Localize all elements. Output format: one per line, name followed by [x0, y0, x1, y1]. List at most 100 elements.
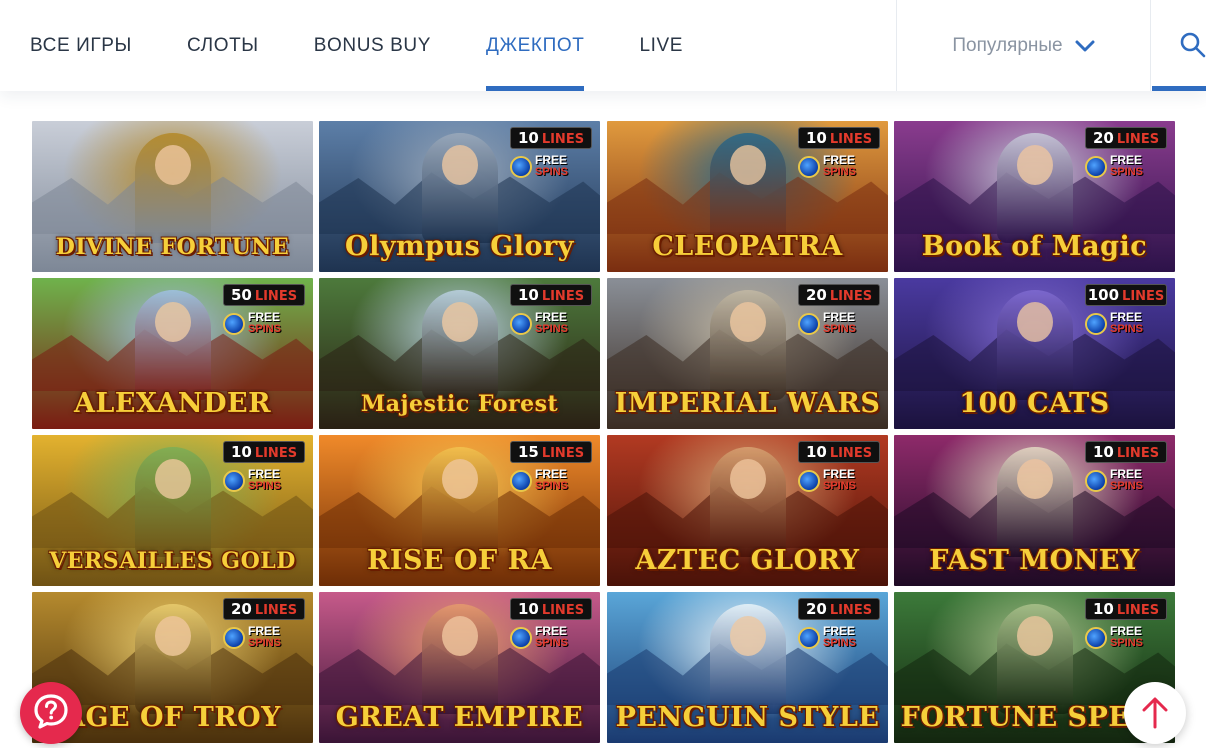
game-title: Olympus Glory — [345, 232, 574, 262]
free-spins-text: FREE SPINS — [535, 311, 568, 335]
sort-dropdown[interactable]: Популярные — [896, 0, 1151, 91]
artwork-character — [134, 604, 211, 714]
lines-badge: 10 LINES — [510, 127, 592, 149]
lines-word: LINES — [254, 446, 298, 461]
game-title: IMPERIAL WARS — [614, 389, 881, 419]
scroll-to-top-button[interactable] — [1124, 682, 1186, 744]
tab-all-games[interactable]: ВСЕ ИГРЫ — [30, 0, 132, 91]
lines-word: LINES — [829, 446, 873, 461]
lines-word: LINES — [541, 132, 585, 147]
free-word: FREE — [1110, 153, 1143, 167]
game-title: VERSAILLES GOLD — [49, 548, 296, 574]
lines-count: 10 — [805, 443, 827, 461]
lines-badge: 10 LINES — [1085, 441, 1167, 463]
chevron-down-icon — [1075, 40, 1095, 51]
lines-word: LINES — [829, 289, 873, 304]
free-spins-badge: FREE SPINS — [223, 468, 301, 494]
lines-count: 50 — [230, 286, 252, 304]
game-tile[interactable]: 100 LINES FREE SPINS 100 CATS — [894, 278, 1175, 429]
game-tile[interactable]: 10 LINES FREE SPINS Olympus Glory — [319, 121, 600, 272]
coin-icon — [1085, 627, 1107, 649]
spins-word: SPINS — [248, 637, 282, 649]
lines-count: 10 — [1092, 600, 1114, 618]
artwork-character — [421, 133, 498, 243]
artwork-character — [134, 290, 211, 400]
game-tile[interactable]: 20 LINES FREE SPINS PENGUIN STYLE — [607, 592, 888, 743]
game-title: ALEXANDER — [73, 389, 272, 419]
artwork-character — [421, 447, 498, 557]
game-tile[interactable]: 10 LINES FREE SPINS AZTEC GLORY — [607, 435, 888, 586]
lines-badge: 20 LINES — [798, 284, 880, 306]
lines-badge: 10 LINES — [798, 127, 880, 149]
game-tile[interactable]: 10 LINES FREE SPINS GREAT EMPIRE — [319, 592, 600, 743]
artwork-character — [134, 133, 211, 243]
lines-word: LINES — [254, 603, 298, 618]
lines-badge: 10 LINES — [798, 441, 880, 463]
lines-count: 10 — [1092, 443, 1114, 461]
category-tabs: ВСЕ ИГРЫ СЛОТЫ BONUS BUY ДЖЕКПОТ LIVE — [30, 0, 738, 91]
lines-count: 10 — [805, 129, 827, 147]
free-spins-badge: FREE SPINS — [1085, 468, 1163, 494]
coin-icon — [1085, 470, 1107, 492]
sort-dropdown-label: Популярные — [952, 34, 1063, 56]
game-tile[interactable]: 20 LINES FREE SPINS Book of Magic — [894, 121, 1175, 272]
lines-count: 10 — [517, 600, 539, 618]
search-icon — [1180, 32, 1206, 58]
lines-count: 20 — [805, 600, 827, 618]
lines-badge: 10 LINES — [223, 441, 305, 463]
coin-icon — [798, 627, 820, 649]
spins-word: SPINS — [823, 166, 857, 178]
search-button[interactable] — [1152, 0, 1206, 91]
coin-icon — [510, 156, 532, 178]
free-spins-text: FREE SPINS — [535, 154, 568, 178]
game-tile[interactable]: 10 LINES FREE SPINS VERSAILLES GOLD — [32, 435, 313, 586]
lines-count: 100 — [1087, 286, 1120, 304]
game-title: Majestic Forest — [360, 391, 559, 417]
coin-icon — [1085, 313, 1107, 335]
free-word: FREE — [535, 153, 568, 167]
spins-word: SPINS — [535, 166, 569, 178]
free-spins-text: FREE SPINS — [823, 468, 856, 492]
coin-icon — [798, 156, 820, 178]
free-spins-text: FREE SPINS — [248, 468, 281, 492]
lines-badge: 10 LINES — [510, 284, 592, 306]
artwork-character — [709, 447, 786, 557]
free-word: FREE — [535, 467, 568, 481]
free-spins-text: FREE SPINS — [535, 468, 568, 492]
game-tile[interactable]: 50 LINES FREE SPINS ALEXANDER — [32, 278, 313, 429]
lines-badge: 100 LINES — [1085, 284, 1167, 306]
tab-live[interactable]: LIVE — [639, 0, 683, 91]
free-spins-badge: FREE SPINS — [1085, 154, 1163, 180]
artwork-character — [421, 290, 498, 400]
free-spins-badge: FREE SPINS — [798, 154, 876, 180]
game-tile[interactable]: 15 LINES FREE SPINS RISE OF RA — [319, 435, 600, 586]
spins-word: SPINS — [1110, 637, 1144, 649]
game-title: DIVINE FORTUNE — [55, 234, 290, 260]
lines-word: LINES — [1116, 132, 1160, 147]
artwork-character — [709, 290, 786, 400]
artwork-character — [996, 290, 1073, 400]
game-tile[interactable]: 10 LINES FREE SPINS CLEOPATRA — [607, 121, 888, 272]
free-spins-text: FREE SPINS — [1110, 625, 1143, 649]
free-spins-badge: FREE SPINS — [798, 468, 876, 494]
game-tile[interactable]: DIVINE FORTUNE — [32, 121, 313, 272]
tab-jackpot[interactable]: ДЖЕКПОТ — [486, 0, 585, 91]
lines-badge: 10 LINES — [510, 598, 592, 620]
free-word: FREE — [248, 624, 281, 638]
game-tile[interactable]: 10 LINES FREE SPINS Majestic Forest — [319, 278, 600, 429]
lines-badge: 15 LINES — [510, 441, 592, 463]
tab-bonus-buy[interactable]: BONUS BUY — [314, 0, 431, 91]
chat-support-button[interactable] — [20, 682, 82, 744]
game-tile[interactable]: 20 LINES FREE SPINS IMPERIAL WARS — [607, 278, 888, 429]
free-spins-badge: FREE SPINS — [510, 468, 588, 494]
tab-slots[interactable]: СЛОТЫ — [187, 0, 259, 91]
game-tile[interactable]: 10 LINES FREE SPINS FAST MONEY — [894, 435, 1175, 586]
coin-icon — [223, 313, 245, 335]
game-title: Book of Magic — [921, 232, 1148, 262]
free-spins-badge: FREE SPINS — [1085, 625, 1163, 651]
free-spins-badge: FREE SPINS — [510, 154, 588, 180]
game-title: RISE OF RA — [366, 546, 553, 576]
free-word: FREE — [823, 153, 856, 167]
lines-badge: 50 LINES — [223, 284, 305, 306]
artwork-character — [996, 447, 1073, 557]
